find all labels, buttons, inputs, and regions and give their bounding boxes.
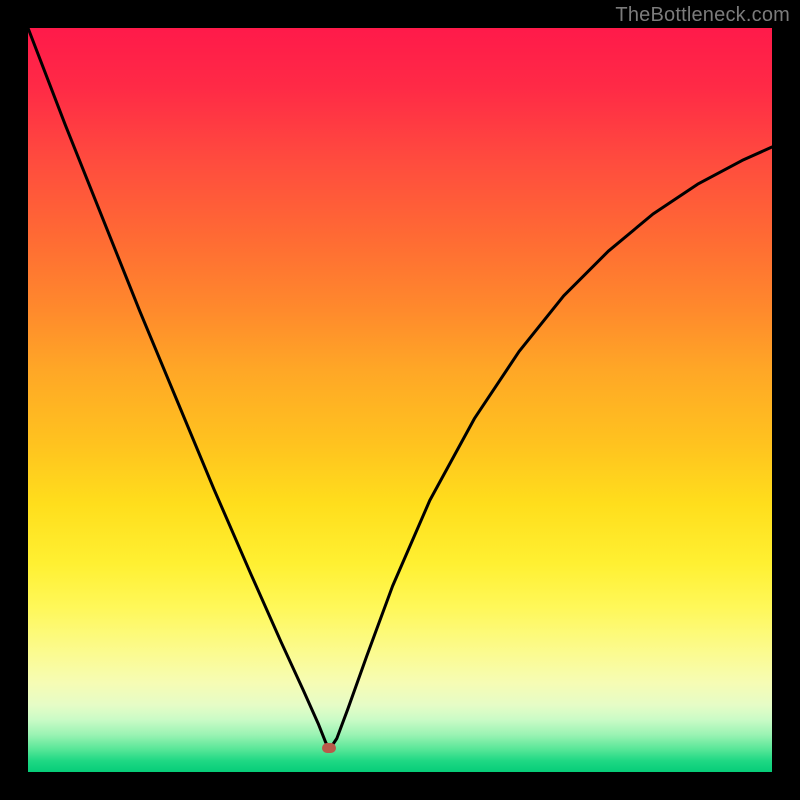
plot-area <box>28 28 772 772</box>
optimum-marker <box>322 743 336 753</box>
watermark-text: TheBottleneck.com <box>615 4 790 27</box>
bottleneck-curve <box>28 28 772 772</box>
chart-frame: TheBottleneck.com <box>0 0 800 800</box>
